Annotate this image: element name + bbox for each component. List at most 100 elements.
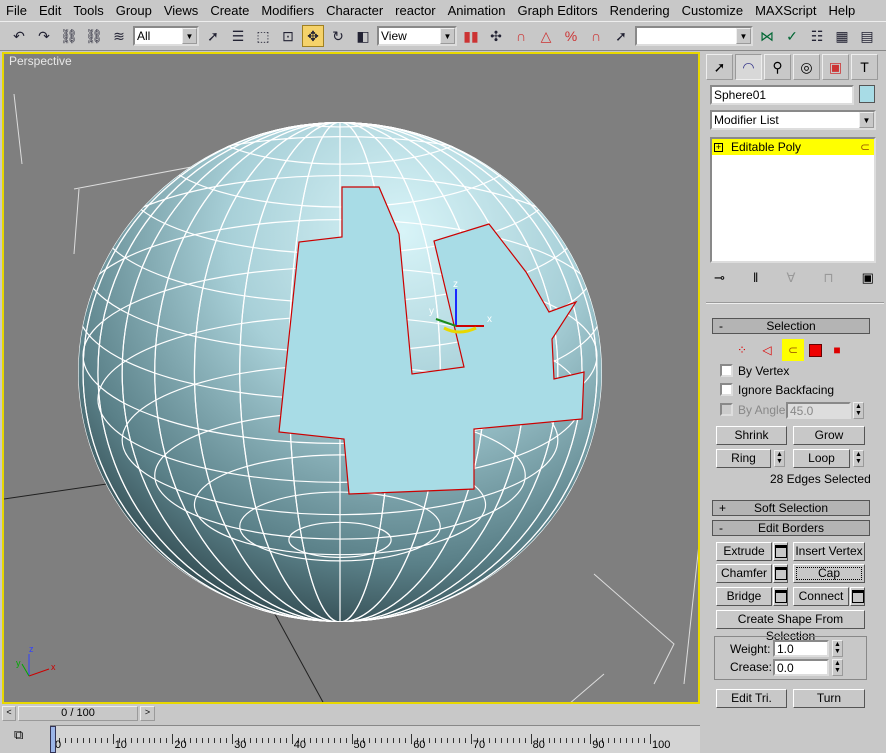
grow-button[interactable]: Grow bbox=[793, 426, 865, 445]
unlink-icon[interactable]: ⛓ bbox=[83, 25, 105, 47]
soft-selection-rollout-header[interactable]: + Soft Selection bbox=[712, 500, 870, 516]
menu-tools[interactable]: Tools bbox=[67, 3, 109, 18]
select-icon[interactable]: ➚ bbox=[202, 25, 224, 47]
menu-maxscript[interactable]: MAXScript bbox=[749, 3, 822, 18]
insert-vertex-button[interactable]: Insert Vertex bbox=[793, 542, 865, 561]
undo-icon[interactable]: ↶ bbox=[8, 25, 30, 47]
expand-icon[interactable]: + bbox=[714, 142, 723, 152]
manipulate-icon[interactable]: ✣ bbox=[485, 25, 507, 47]
named-selection-dropdown[interactable]: ▼ bbox=[635, 26, 753, 46]
hierarchy-tab-icon[interactable]: ⚲ bbox=[764, 54, 791, 80]
crease-field[interactable]: 0.0 bbox=[773, 659, 829, 676]
utilities-tab-icon[interactable]: T bbox=[851, 54, 878, 80]
connect-settings-icon[interactable] bbox=[850, 587, 865, 606]
connect-button[interactable]: Connect bbox=[793, 587, 849, 606]
display-tab-icon[interactable]: ▣ bbox=[822, 54, 849, 80]
by-angle-field[interactable]: 45.0 bbox=[786, 402, 851, 419]
by-angle-checkbox[interactable] bbox=[720, 403, 733, 416]
edit-triangulation-button[interactable]: Edit Tri. bbox=[716, 689, 787, 708]
pin-stack-icon[interactable]: ⊸ bbox=[714, 270, 725, 286]
object-name-field[interactable]: Sphere01 bbox=[710, 85, 854, 105]
cap-button[interactable]: Cap bbox=[793, 564, 865, 583]
edge-mode-icon[interactable]: ◁ bbox=[757, 343, 777, 357]
menu-help[interactable]: Help bbox=[822, 3, 861, 18]
rect-selection-icon[interactable]: ⬚ bbox=[252, 25, 274, 47]
remove-modifier-icon[interactable]: ⊓ bbox=[823, 270, 833, 286]
scale-icon[interactable]: ◧ bbox=[352, 25, 374, 47]
extrude-settings-icon[interactable] bbox=[773, 542, 788, 561]
reference-coord-dropdown[interactable]: View ▼ bbox=[377, 26, 457, 46]
window-crossing-icon[interactable]: ⊡ bbox=[277, 25, 299, 47]
configure-sets-icon[interactable]: ▣ bbox=[862, 270, 874, 286]
angle-snap-icon[interactable]: △ bbox=[535, 25, 557, 47]
percent-snap-icon[interactable]: % bbox=[560, 25, 582, 47]
time-cursor[interactable] bbox=[50, 726, 56, 753]
border-mode-icon[interactable]: ⊂ bbox=[782, 339, 804, 361]
stack-item-editable-poly[interactable]: + Editable Poly ⊂ bbox=[712, 139, 874, 155]
create-shape-button[interactable]: Create Shape From Selection bbox=[716, 610, 865, 643]
layer-manager-icon[interactable]: ☷ bbox=[806, 25, 828, 47]
modify-tab-icon[interactable]: ◠ bbox=[735, 54, 762, 80]
bridge-settings-icon[interactable] bbox=[773, 587, 788, 606]
align-icon[interactable]: ✓ bbox=[781, 25, 803, 47]
track-bar[interactable]: 0 10 20 30 40 50 60 70 80 90 100 bbox=[50, 725, 700, 753]
crease-spinner[interactable]: ▲ ▼ bbox=[832, 659, 843, 676]
pivot-icon[interactable]: ▮▮ bbox=[460, 25, 482, 47]
polygon-mode-icon[interactable] bbox=[809, 343, 822, 357]
modifier-list-dropdown[interactable]: Modifier List ▼ bbox=[710, 110, 876, 130]
motion-tab-icon[interactable]: ◎ bbox=[793, 54, 820, 80]
selection-filter-dropdown[interactable]: All ▼ bbox=[133, 26, 199, 46]
rotate-icon[interactable]: ↻ bbox=[327, 25, 349, 47]
menu-reactor[interactable]: reactor bbox=[389, 3, 441, 18]
bind-spacewarp-icon[interactable]: ≋ bbox=[108, 25, 130, 47]
redo-icon[interactable]: ↷ bbox=[33, 25, 55, 47]
menu-character[interactable]: Character bbox=[320, 3, 389, 18]
shrink-button[interactable]: Shrink bbox=[716, 426, 787, 445]
spinner-snap-icon[interactable]: ∩ bbox=[585, 25, 607, 47]
loop-spinner[interactable]: ▲ ▼ bbox=[853, 450, 864, 467]
prev-frame-button[interactable]: < bbox=[2, 706, 16, 721]
viewport-label[interactable]: Perspective bbox=[9, 54, 72, 68]
extrude-button[interactable]: Extrude bbox=[716, 542, 772, 561]
weight-field[interactable]: 1.0 bbox=[773, 640, 829, 657]
menu-edit[interactable]: Edit bbox=[33, 3, 67, 18]
menu-rendering[interactable]: Rendering bbox=[604, 3, 676, 18]
menu-file[interactable]: File bbox=[0, 3, 33, 18]
move-icon[interactable]: ✥ bbox=[302, 25, 324, 47]
menu-graph-editors[interactable]: Graph Editors bbox=[511, 3, 603, 18]
time-slider[interactable]: 0 / 100 bbox=[18, 706, 138, 721]
vertex-mode-icon[interactable]: ⁘ bbox=[732, 343, 752, 357]
menu-group[interactable]: Group bbox=[110, 3, 158, 18]
schematic-icon[interactable]: ▤ bbox=[856, 25, 878, 47]
ring-spinner[interactable]: ▲ ▼ bbox=[774, 450, 785, 467]
menu-customize[interactable]: Customize bbox=[676, 3, 749, 18]
turn-button[interactable]: Turn bbox=[793, 689, 865, 708]
menu-modifiers[interactable]: Modifiers bbox=[255, 3, 320, 18]
trackbar-toggle-icon[interactable]: ⧉ bbox=[14, 727, 23, 743]
bridge-button[interactable]: Bridge bbox=[716, 587, 772, 606]
menu-animation[interactable]: Animation bbox=[442, 3, 512, 18]
ring-button[interactable]: Ring bbox=[716, 449, 771, 468]
link-icon[interactable]: ⛓ bbox=[58, 25, 80, 47]
perspective-viewport[interactable]: z x y z x y Perspective bbox=[2, 52, 700, 704]
chamfer-settings-icon[interactable] bbox=[773, 564, 788, 583]
select-by-name-icon[interactable]: ☰ bbox=[227, 25, 249, 47]
snap-icon[interactable]: ∩ bbox=[510, 25, 532, 47]
create-tab-icon[interactable]: ➚ bbox=[706, 54, 733, 80]
by-vertex-checkbox[interactable] bbox=[720, 364, 733, 377]
object-color-swatch[interactable] bbox=[859, 85, 875, 103]
menu-create[interactable]: Create bbox=[204, 3, 255, 18]
edit-borders-rollout-header[interactable]: - Edit Borders bbox=[712, 520, 870, 536]
selection-rollout-header[interactable]: - Selection bbox=[712, 318, 870, 334]
edit-named-selection-icon[interactable]: ➚ bbox=[610, 25, 632, 47]
ignore-backfacing-checkbox[interactable] bbox=[720, 383, 733, 396]
menu-views[interactable]: Views bbox=[158, 3, 204, 18]
weight-spinner[interactable]: ▲ ▼ bbox=[832, 640, 843, 657]
chamfer-button[interactable]: Chamfer bbox=[716, 564, 772, 583]
loop-button[interactable]: Loop bbox=[793, 449, 850, 468]
make-unique-icon[interactable]: ∀ bbox=[786, 270, 795, 286]
mirror-icon[interactable]: ⋈ bbox=[756, 25, 778, 47]
next-frame-button[interactable]: > bbox=[140, 706, 155, 721]
angle-spinner[interactable]: ▲ ▼ bbox=[853, 402, 864, 419]
curve-editor-icon[interactable]: ▦ bbox=[831, 25, 853, 47]
